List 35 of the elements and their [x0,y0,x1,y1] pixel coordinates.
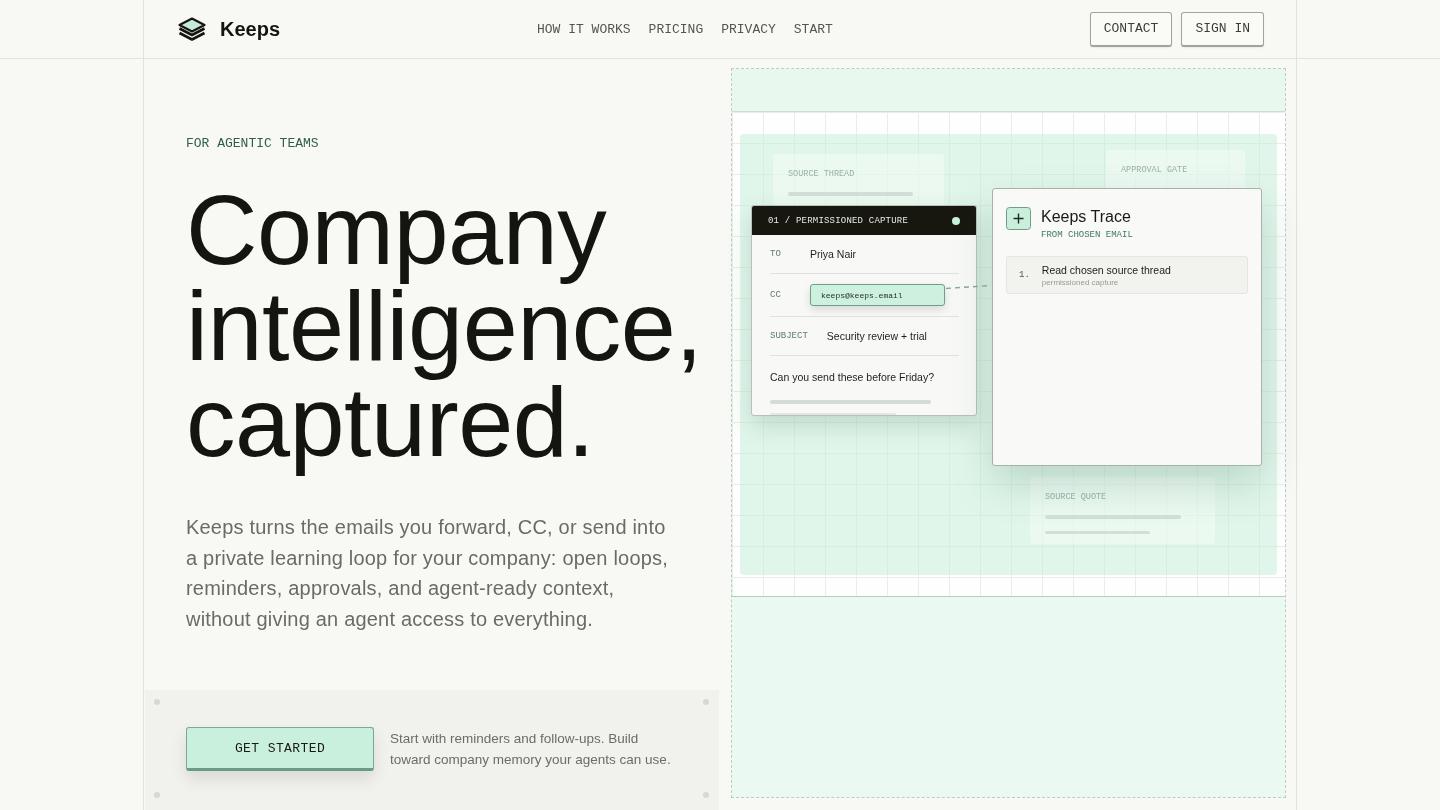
step-number: 1. [1019,270,1030,280]
faded-card-label: SOURCE THREAD [788,169,855,179]
step-title: Read chosen source thread [1041,262,1171,277]
nav-link[interactable]: PRICING [648,21,704,37]
nav-link[interactable]: HOW IT WORKS [536,21,631,37]
nav-link[interactable]: PRIVACY [721,21,776,37]
dot-icon [154,699,160,705]
field-label: SUBJECT [770,331,809,341]
faded-card-label: APPROVAL GATE [1121,165,1188,175]
hero-headline: Company intelligence, captured. [186,182,704,479]
get-started-button[interactable]: GET STARTED [186,727,374,771]
email-chip: keeps@keeps.email [810,284,945,306]
dot-icon [703,699,709,705]
dot-icon [703,792,709,798]
logo-icon[interactable] [178,17,206,41]
email-message: Can you send these before Friday? [770,370,936,384]
trace-title: Keeps Trace [1041,207,1131,227]
field-label: TO [770,249,782,259]
header-button[interactable]: SIGN IN [1181,11,1264,47]
plus-icon [1006,207,1031,230]
faded-card-label: SOURCE QUOTE [1045,492,1107,502]
brand-name[interactable]: Keeps [220,17,281,41]
field-label: CC [770,290,782,300]
email-card-title: 01 / PERMISSIONED CAPTURE [768,215,909,226]
field-value: Priya Nair [810,248,857,260]
header-button[interactable]: CONTACT [1089,11,1173,47]
dot-icon [154,792,160,798]
step-detail: permissioned capture [1041,276,1119,288]
nav-link[interactable]: START [793,21,833,37]
trace-subtitle: FROM CHOSEN EMAIL [1041,230,1133,241]
status-dot-icon [952,216,960,225]
cta-note: Start with reminders and follow-ups. Build toward company memory your agents can use. [390,730,672,769]
eyebrow-label: FOR AGENTIC TEAMS [186,136,319,152]
field-value: Security review + trial [826,330,927,342]
hero-description: Keeps turns the emails you forward, CC, or send into a private learning loop for your company: open loops, reminders, approvals, and agent-ready context, without giving an agent access to everything. [186,515,669,632]
